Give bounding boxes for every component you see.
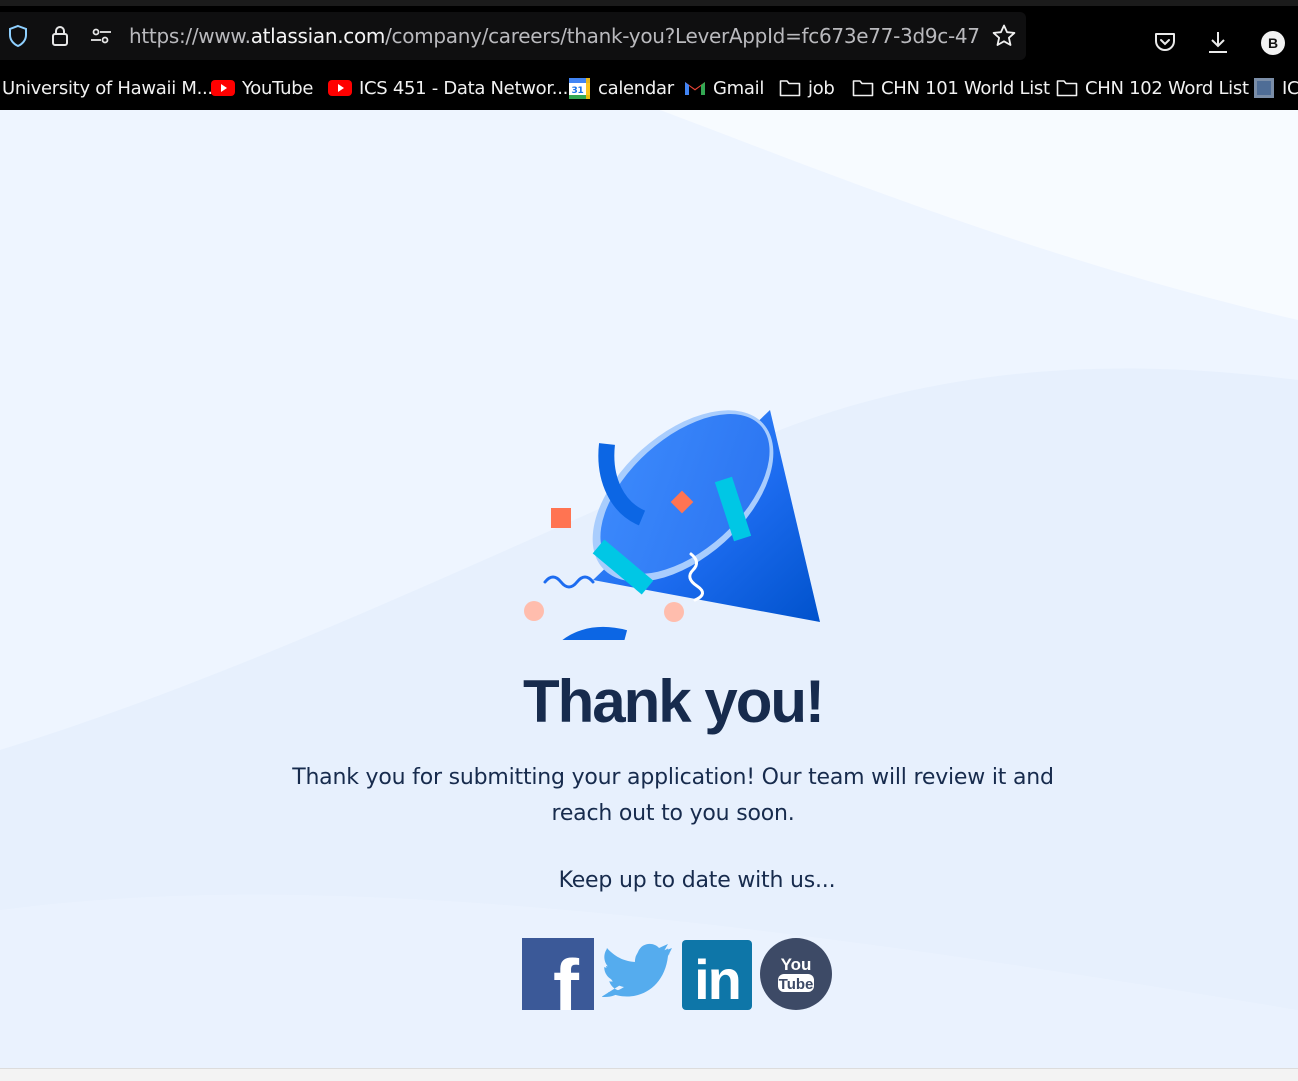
follow-prompt: Keep up to date with us... (558, 868, 836, 893)
bookmark-star-icon[interactable] (990, 12, 1018, 60)
bookmark-label: Gmail (713, 77, 765, 99)
bookmark-university-of-hawaii[interactable]: University of Hawaii M... (2, 66, 213, 110)
svg-text:You: You (781, 955, 812, 974)
bookmark-youtube[interactable]: YouTube (211, 66, 313, 110)
browser-toolbar: https://www.atlassian.com/company/career… (0, 0, 1298, 66)
facebook-icon: f (522, 938, 594, 1031)
linkedin-link[interactable]: in (682, 940, 752, 1015)
bookmark-label: calendar (598, 77, 674, 99)
twitter-icon (601, 943, 672, 997)
address-bar[interactable]: https://www.atlassian.com/company/career… (0, 12, 1026, 60)
bookmark-folder-job[interactable]: job (779, 66, 835, 110)
bookmark-label: CHN 102 Word List (1085, 77, 1249, 99)
bookmark-calendar[interactable]: 31 calendar (568, 66, 674, 110)
bookmark-label: ICS 451 - Data Networ... (359, 77, 569, 99)
party-popper-illustration (524, 410, 820, 640)
shield-icon[interactable] (6, 12, 30, 60)
svg-text:31: 31 (572, 86, 584, 96)
twitter-link[interactable] (601, 942, 672, 1007)
folder-icon (852, 79, 874, 97)
page-title: Thank you! (522, 668, 825, 735)
lock-icon[interactable] (48, 12, 72, 60)
bookmark-ics-451[interactable]: ICS 451 - Data Networ... (328, 66, 568, 110)
bookmark-folder-chn-101[interactable]: CHN 101 World List (852, 66, 1050, 110)
youtube-badge-icon: You Tube (760, 938, 832, 1010)
svg-text:in: in (694, 948, 740, 1010)
url-text[interactable]: https://www.atlassian.com/company/career… (129, 12, 979, 60)
download-icon[interactable] (1205, 18, 1231, 66)
bookmark-label: IC (1282, 77, 1298, 99)
gmail-icon (684, 79, 706, 97)
bookmark-label: job (808, 77, 835, 99)
pocket-icon[interactable] (1152, 18, 1178, 66)
svg-text:Tube: Tube (779, 976, 814, 993)
youtube-link[interactable]: You Tube (760, 938, 832, 1015)
folder-icon (1056, 79, 1078, 97)
bookmark-label: University of Hawaii M... (2, 77, 213, 99)
youtube-icon (211, 79, 235, 97)
svg-text:f: f (553, 943, 580, 1010)
bookmark-gmail[interactable]: Gmail (684, 66, 764, 110)
bookmark-label: YouTube (242, 77, 314, 99)
bookmark-ic[interactable]: IC (1253, 66, 1298, 110)
bookmark-app-icon (1253, 77, 1275, 99)
profile-avatar[interactable]: B (1261, 31, 1285, 55)
permissions-icon[interactable] (88, 12, 114, 60)
confirmation-message: Thank you for submitting your applicatio… (292, 765, 1054, 826)
facebook-link[interactable]: f (522, 938, 594, 1031)
google-calendar-icon: 31 (568, 77, 591, 100)
bookmark-folder-chn-102[interactable]: CHN 102 Word List (1056, 66, 1249, 110)
page-bottom-edge (0, 1068, 1298, 1081)
page-content: Thank you! Thank you for submitting your… (0, 110, 1298, 1068)
folder-icon (779, 79, 801, 97)
bookmarks-bar: University of Hawaii M... YouTube ICS 45… (0, 66, 1298, 110)
bookmark-label: CHN 101 World List (881, 77, 1050, 99)
youtube-icon (328, 79, 352, 97)
linkedin-icon: in (682, 940, 752, 1011)
